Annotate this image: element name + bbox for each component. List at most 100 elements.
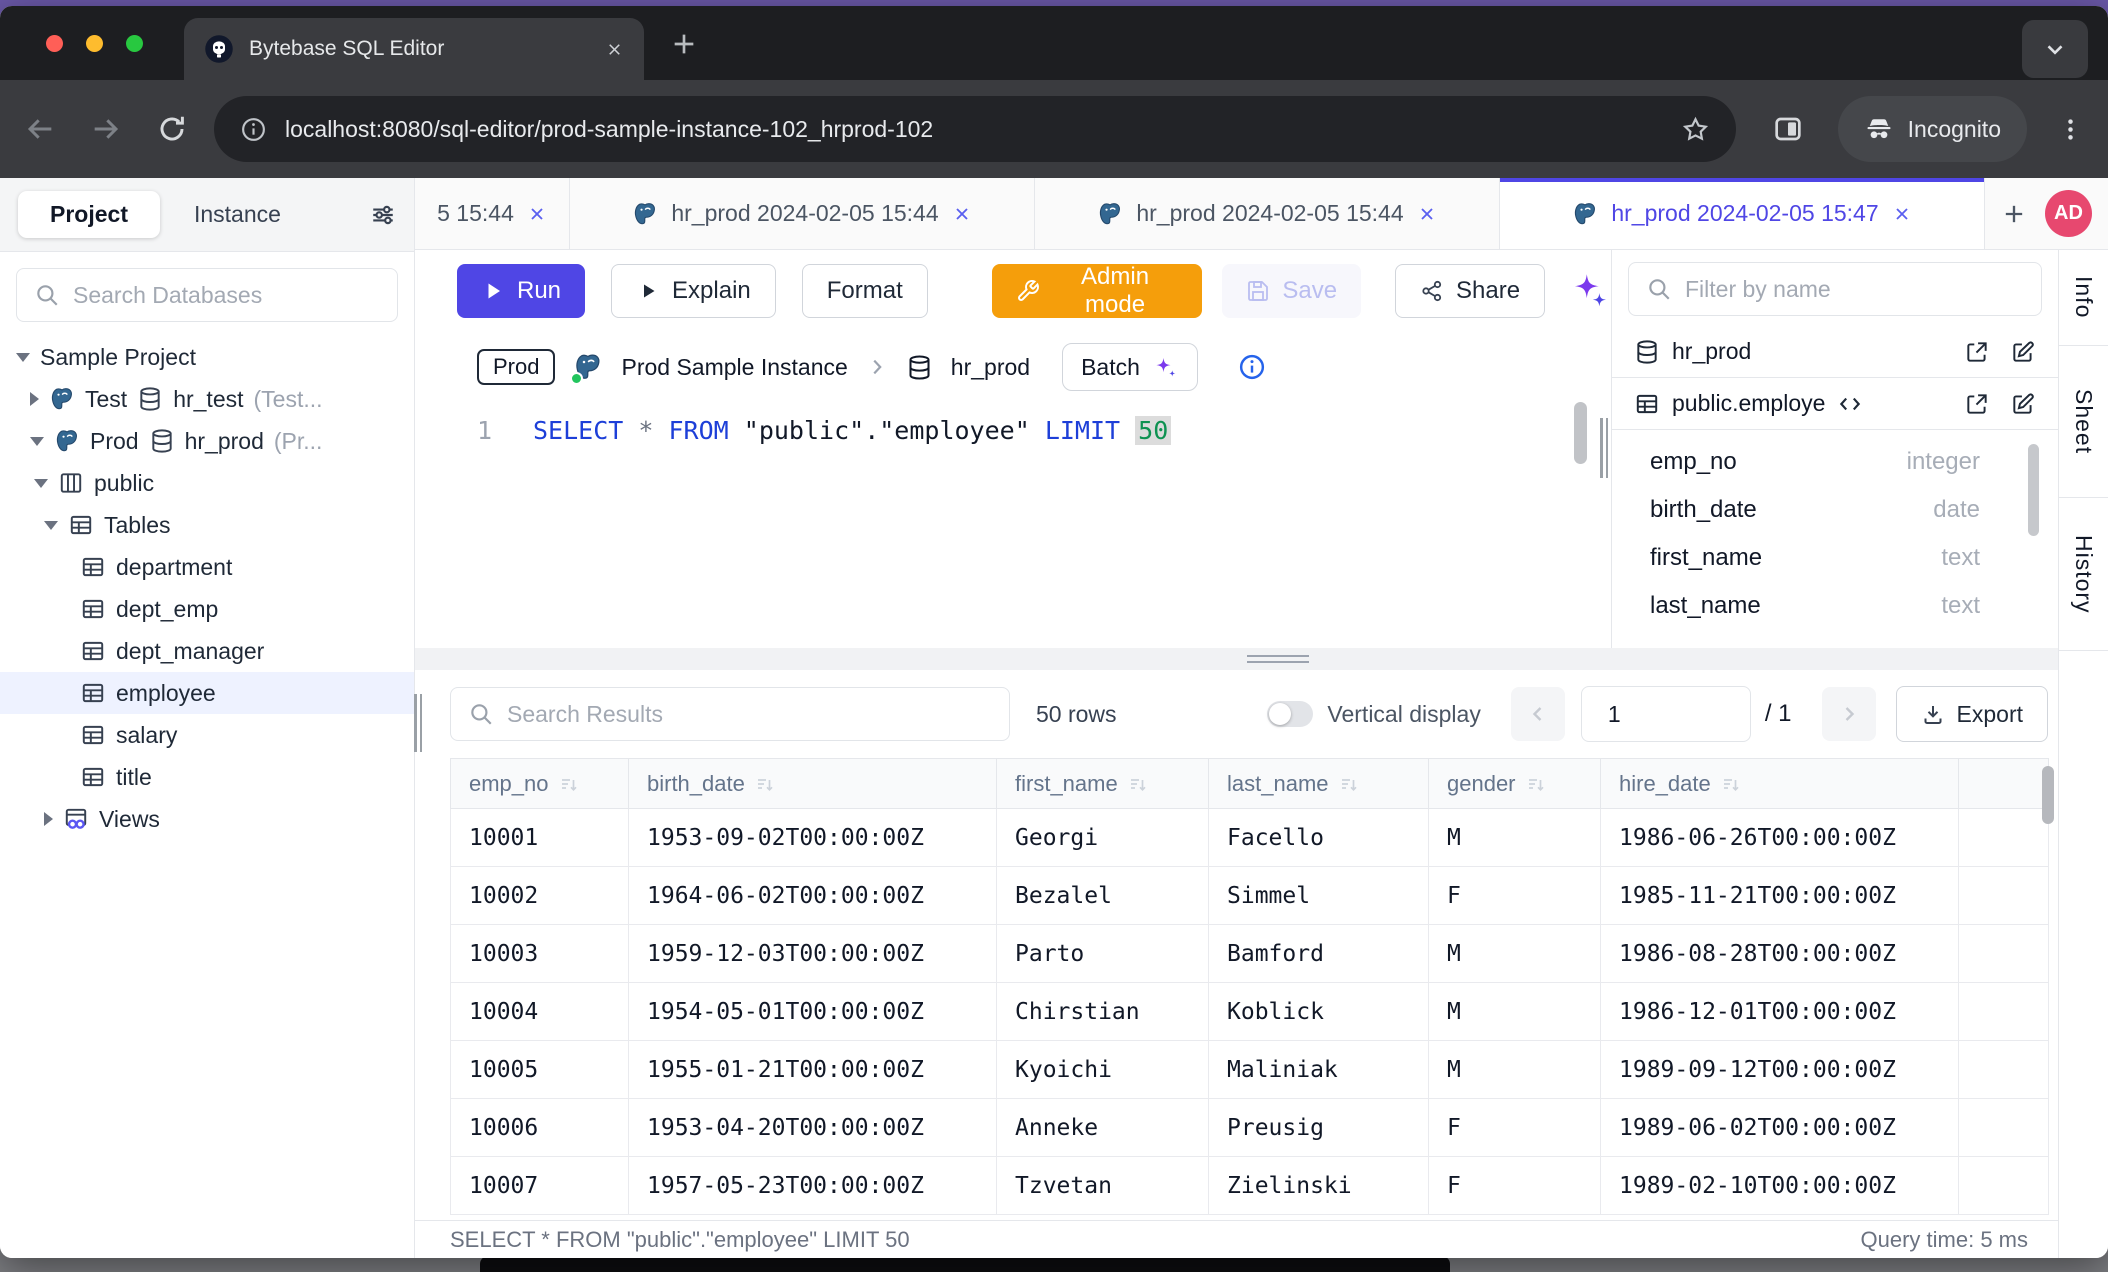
tab-close-icon[interactable]: [1892, 204, 1912, 224]
browser-tab[interactable]: Bytebase SQL Editor: [184, 18, 644, 80]
column-header[interactable]: gender: [1429, 759, 1601, 809]
code-icon[interactable]: [1837, 391, 1863, 417]
results-pane: 50 rows Vertical display / 1: [415, 670, 2058, 1258]
tab-instance[interactable]: Instance: [168, 191, 307, 238]
instance-name[interactable]: Prod Sample Instance: [621, 354, 847, 381]
tree-item-table-title[interactable]: title: [0, 756, 414, 798]
table-row: 10002 1964-06-02T00:00:00Z Bezalel Simme…: [451, 867, 2049, 925]
search-icon: [1646, 276, 1672, 302]
sort-icon[interactable]: [1128, 775, 1148, 795]
add-tab-button[interactable]: [1985, 178, 2043, 249]
search-results-input[interactable]: [450, 687, 1010, 741]
zoom-window-button[interactable]: [126, 35, 143, 52]
sort-icon[interactable]: [1526, 775, 1546, 795]
tree-item-schema-public[interactable]: public: [0, 462, 414, 504]
tab-search-button[interactable]: [2022, 20, 2088, 78]
tree-item-database-test[interactable]: Test hr_test (Test...: [0, 378, 414, 420]
filter-by-name-input[interactable]: [1628, 262, 2042, 316]
chevron-down-icon[interactable]: [16, 353, 30, 362]
browser-tab-close-icon[interactable]: [605, 40, 624, 59]
macos-dock[interactable]: [480, 1256, 1450, 1272]
tree-item-table-department[interactable]: department: [0, 546, 414, 588]
ai-assistant-icon[interactable]: [1569, 269, 1611, 313]
back-button[interactable]: [24, 113, 56, 145]
table-row: 10001 1953-09-02T00:00:00Z Georgi Facell…: [451, 809, 2049, 867]
sort-icon[interactable]: [559, 775, 579, 795]
forward-button[interactable]: [90, 113, 122, 145]
export-button[interactable]: Export: [1896, 686, 2048, 742]
horizontal-resize-divider[interactable]: [415, 648, 2058, 670]
divider-handle-icon[interactable]: [1247, 655, 1309, 667]
sidebar-resize-handle[interactable]: [414, 694, 422, 752]
external-link-icon[interactable]: [1964, 339, 1990, 365]
url-bar[interactable]: localhost:8080/sql-editor/prod-sample-in…: [214, 96, 1736, 162]
chevron-down-icon[interactable]: [44, 521, 58, 530]
cell-first-name: Kyoichi: [997, 1041, 1209, 1099]
bookmark-star-icon[interactable]: [1681, 115, 1710, 144]
editor-tab-active[interactable]: hr_prod 2024-02-05 15:47: [1500, 178, 1985, 249]
run-button[interactable]: Run: [457, 264, 585, 318]
tree-item-table-dept-manager[interactable]: dept_manager: [0, 630, 414, 672]
sort-icon[interactable]: [1339, 775, 1359, 795]
column-header[interactable]: last_name: [1209, 759, 1429, 809]
tree-item-table-salary[interactable]: salary: [0, 714, 414, 756]
results-scrollbar[interactable]: [2042, 766, 2054, 824]
cell-first-name: Anneke: [997, 1099, 1209, 1157]
panel-scrollbar[interactable]: [2028, 444, 2039, 536]
filter-settings-icon[interactable]: [370, 202, 396, 228]
tree-item-views[interactable]: Views: [0, 798, 414, 840]
page-number-input[interactable]: [1581, 686, 1751, 742]
chevron-right-icon[interactable]: [30, 392, 39, 406]
search-databases-input[interactable]: [16, 268, 398, 322]
admin-mode-button[interactable]: Admin mode: [992, 264, 1203, 318]
tab-close-icon[interactable]: [1417, 204, 1437, 224]
column-header[interactable]: emp_no: [451, 759, 629, 809]
column-header[interactable]: first_name: [997, 759, 1209, 809]
tree-item-project[interactable]: Sample Project: [0, 336, 414, 378]
tab-project[interactable]: Project: [18, 191, 160, 238]
next-page-button[interactable]: [1822, 687, 1876, 741]
chevron-down-icon[interactable]: [30, 437, 44, 446]
new-tab-button[interactable]: [668, 28, 700, 60]
close-window-button[interactable]: [46, 35, 63, 52]
tree-item-table-employee[interactable]: employee: [0, 672, 414, 714]
side-panel-icon[interactable]: [1772, 113, 1804, 145]
chevron-right-icon[interactable]: [44, 812, 53, 826]
rail-tab-sheet[interactable]: Sheet: [2059, 346, 2108, 498]
share-button[interactable]: Share: [1395, 264, 1545, 318]
site-info-icon[interactable]: [240, 116, 267, 143]
save-button[interactable]: Save: [1222, 264, 1361, 318]
sort-icon[interactable]: [1721, 775, 1741, 795]
info-icon[interactable]: [1238, 353, 1266, 381]
edit-icon[interactable]: [2010, 339, 2036, 365]
editor-tab-2[interactable]: hr_prod 2024-02-05 15:44: [570, 178, 1035, 249]
rail-tab-info[interactable]: Info: [2059, 250, 2108, 346]
format-button[interactable]: Format: [802, 264, 928, 318]
batch-button[interactable]: Batch: [1062, 343, 1198, 391]
rail-tab-history[interactable]: History: [2059, 498, 2108, 651]
editor-tab-1[interactable]: 5 15:44: [415, 178, 570, 249]
minimize-window-button[interactable]: [86, 35, 103, 52]
tree-item-table-dept-emp[interactable]: dept_emp: [0, 588, 414, 630]
tree-item-tables[interactable]: Tables: [0, 504, 414, 546]
tab-close-icon[interactable]: [952, 204, 972, 224]
column-header[interactable]: birth_date: [629, 759, 997, 809]
editor-tab-3[interactable]: hr_prod 2024-02-05 15:44: [1035, 178, 1500, 249]
reload-button[interactable]: [156, 113, 188, 145]
database-name[interactable]: hr_prod: [951, 354, 1030, 381]
vertical-display-toggle[interactable]: [1267, 701, 1313, 727]
explain-button[interactable]: Explain: [611, 264, 776, 318]
external-link-icon[interactable]: [1964, 391, 1990, 417]
sort-icon[interactable]: [755, 775, 775, 795]
edit-icon[interactable]: [2010, 391, 2036, 417]
chevron-down-icon[interactable]: [34, 479, 48, 488]
tab-close-icon[interactable]: [527, 204, 547, 224]
sql-editor[interactable]: 1 SELECT * FROM "public"."employee" LIMI…: [415, 402, 1611, 648]
prev-page-button[interactable]: [1511, 687, 1565, 741]
editor-scrollbar[interactable]: [1574, 402, 1587, 464]
panel-resize-handle[interactable]: [1600, 418, 1608, 478]
browser-menu-button[interactable]: [2057, 116, 2084, 143]
column-header[interactable]: hire_date: [1601, 759, 1959, 809]
tree-item-database-prod[interactable]: Prod hr_prod (Pr...: [0, 420, 414, 462]
avatar[interactable]: AD: [2045, 190, 2092, 237]
